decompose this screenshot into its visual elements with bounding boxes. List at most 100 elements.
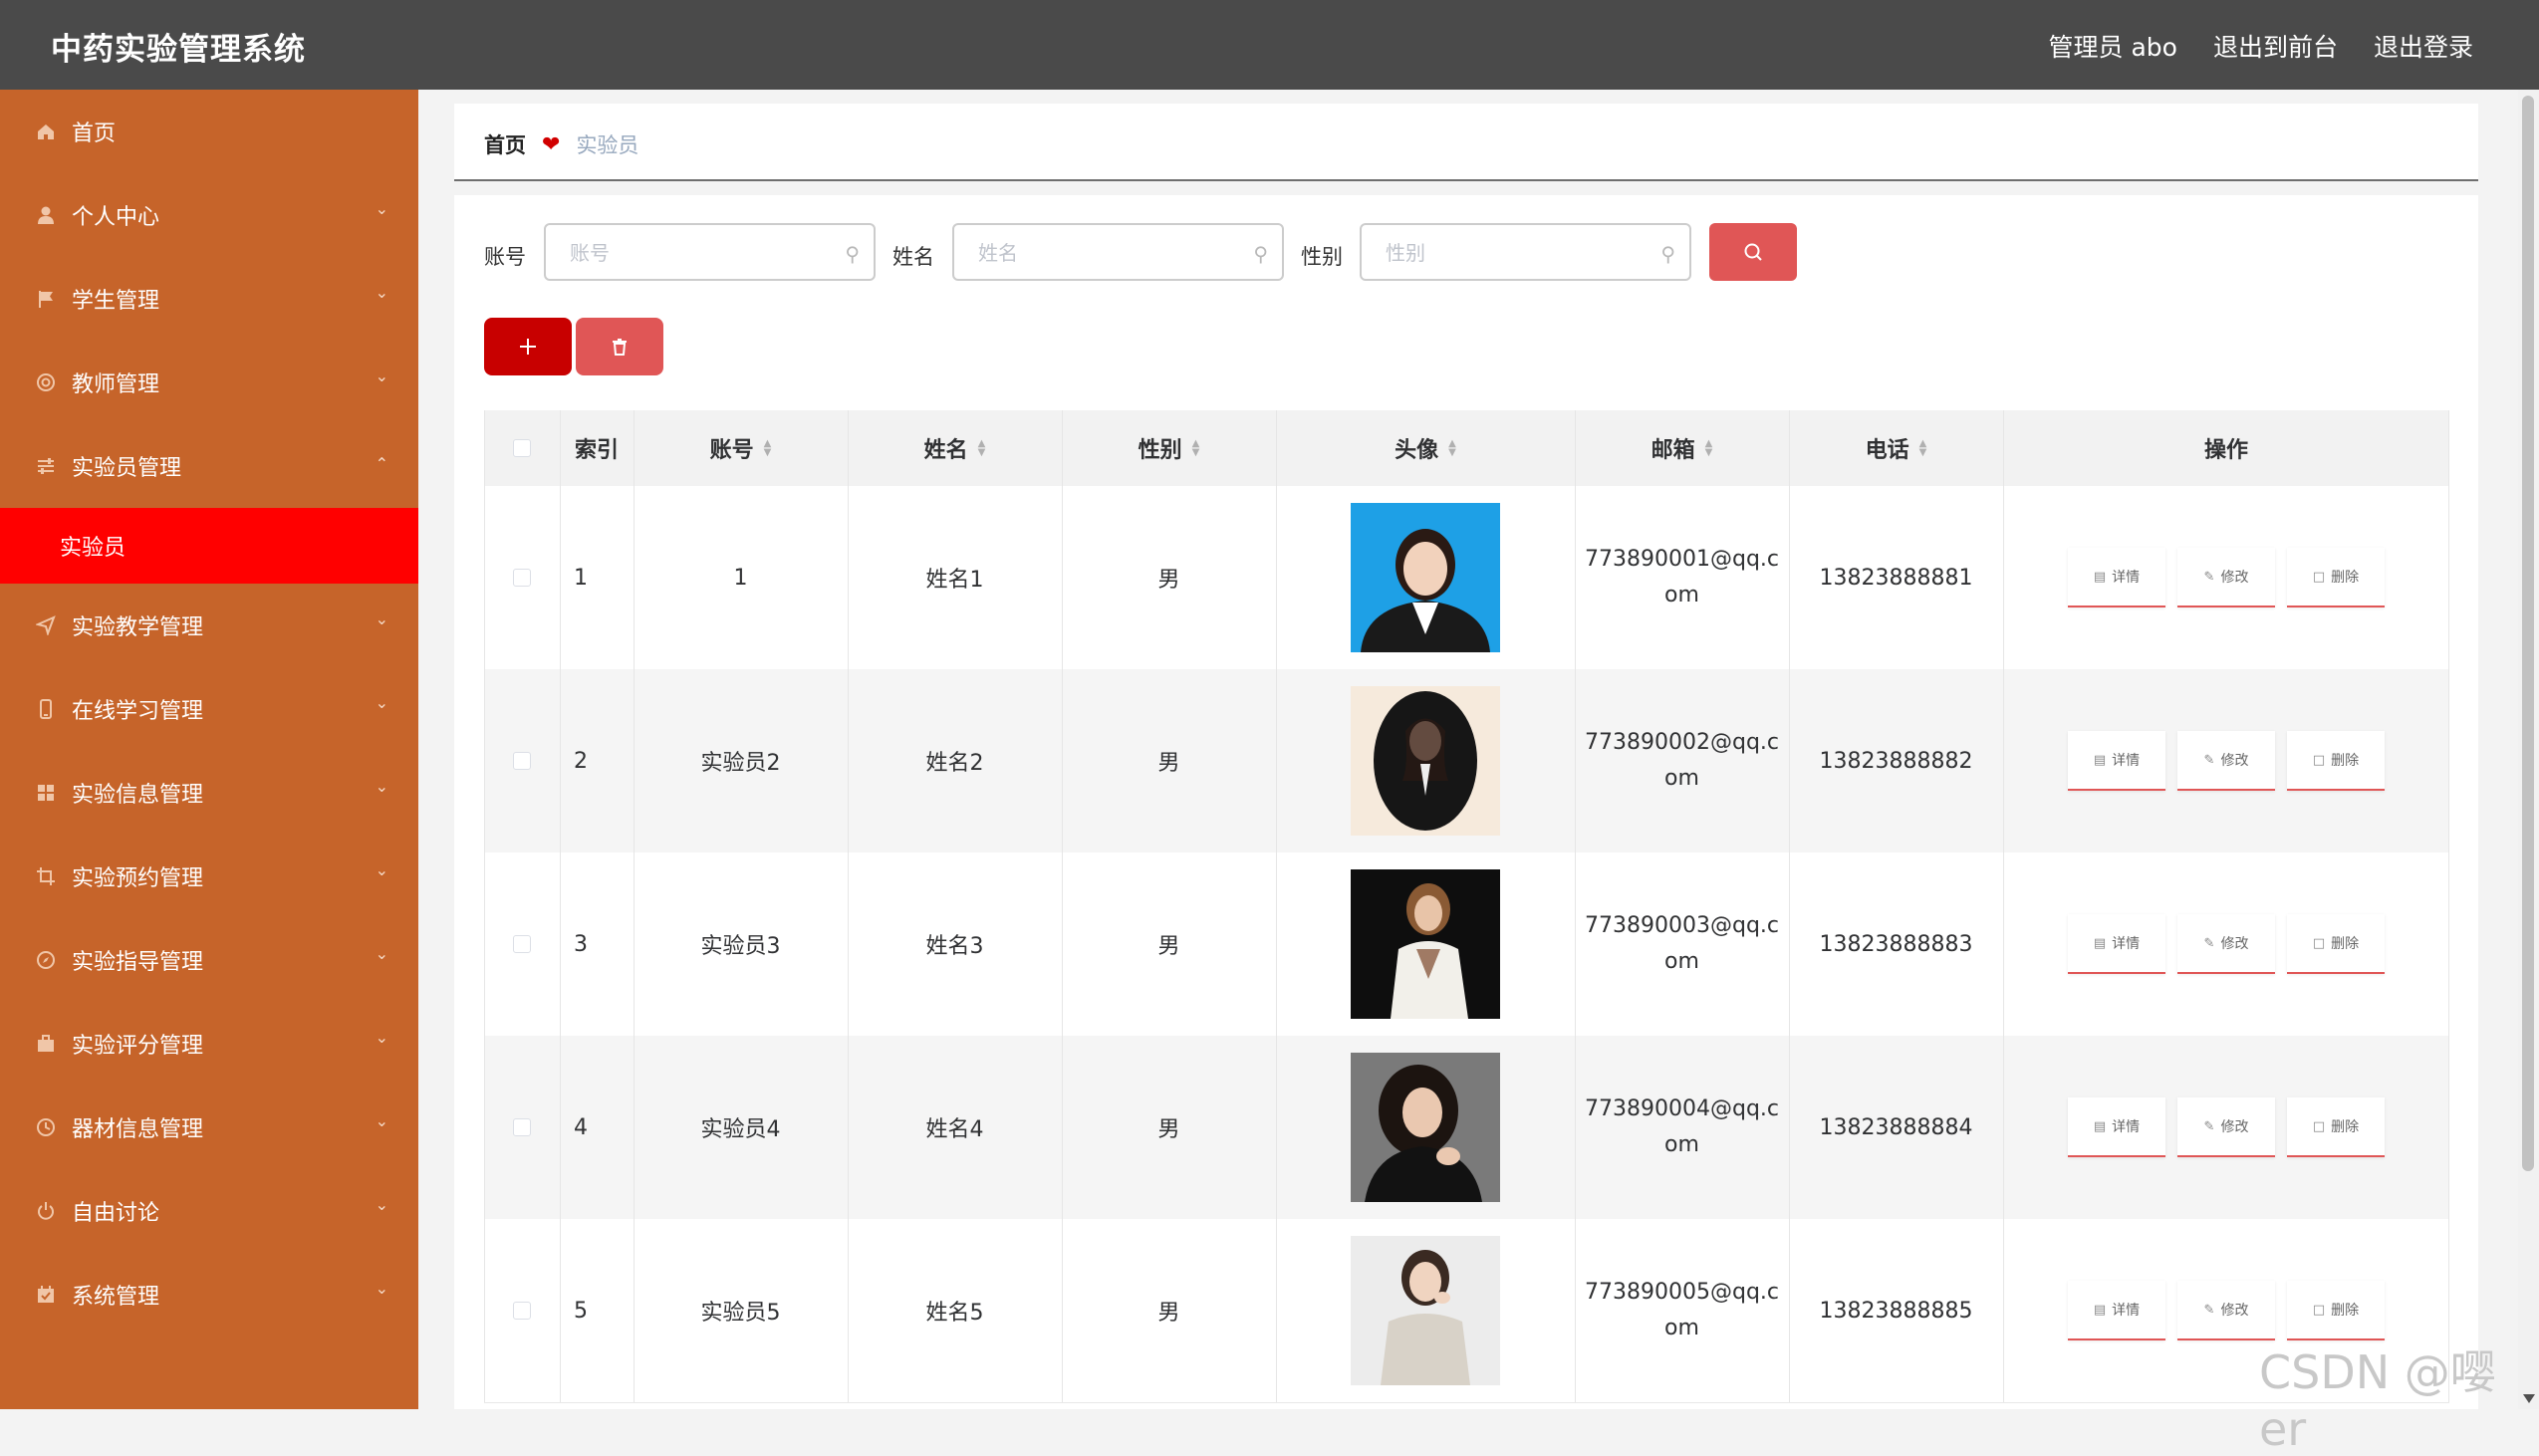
- sidebar-item-system-management[interactable]: 系统管理 ⌄: [0, 1253, 418, 1336]
- account-search-field[interactable]: ⚲: [544, 223, 876, 281]
- add-button[interactable]: [484, 318, 572, 375]
- back-to-front-link[interactable]: 退出到前台: [2213, 28, 2338, 64]
- avatar[interactable]: [1351, 503, 1500, 652]
- sidebar-item-home[interactable]: 首页: [0, 90, 418, 173]
- name-search-input[interactable]: [976, 225, 1239, 281]
- header-phone[interactable]: 电话 ▲ ▼: [1789, 410, 2003, 486]
- edit-button[interactable]: ✎ 修改: [2177, 1281, 2275, 1340]
- sort-icon[interactable]: ▲ ▼: [1919, 439, 1927, 458]
- name-cell: 姓名1: [925, 568, 984, 593]
- sort-icon[interactable]: ▲ ▼: [1192, 439, 1200, 458]
- admin-user-label[interactable]: 管理员 abo: [2049, 28, 2177, 64]
- trash-icon: □: [2312, 1302, 2326, 1318]
- sidebar-item-lab-guidance-management[interactable]: 实验指导管理 ⌄: [0, 918, 418, 1002]
- sidebar-item-lab-scoring-management[interactable]: 实验评分管理 ⌄: [0, 1002, 418, 1086]
- detail-button[interactable]: ▤ 详情: [2068, 731, 2165, 791]
- delete-button[interactable]: □ 删除: [2287, 1097, 2385, 1157]
- avatar-cell: [1276, 1036, 1575, 1219]
- logout-link[interactable]: 退出登录: [2374, 28, 2473, 64]
- edit-button[interactable]: ✎ 修改: [2177, 914, 2275, 974]
- table-row: 4 实验员4 姓名4 男 773890004@qq.c om 138238888…: [484, 1036, 2449, 1220]
- sort-icon[interactable]: ▲ ▼: [1448, 439, 1456, 458]
- edit-button[interactable]: ✎ 修改: [2177, 1097, 2275, 1157]
- header-gender[interactable]: 性别 ▲ ▼: [1062, 410, 1276, 486]
- row-checkbox[interactable]: [513, 935, 531, 953]
- trash-icon: □: [2312, 1118, 2326, 1134]
- chevron-down-icon: ⌄: [375, 366, 388, 385]
- header-avatar[interactable]: 头像 ▲ ▼: [1276, 410, 1575, 486]
- app-title: 中药实验管理系统: [51, 32, 306, 68]
- sort-icon[interactable]: ▲ ▼: [978, 439, 986, 458]
- gender-cell: 男: [1157, 1301, 1180, 1326]
- sidebar-item-lab-info-management[interactable]: 实验信息管理 ⌄: [0, 751, 418, 835]
- sort-icon[interactable]: ▲ ▼: [764, 439, 772, 458]
- edit-label: 修改: [2220, 1303, 2249, 1319]
- select-all-checkbox[interactable]: [513, 439, 531, 457]
- column-divider: [1575, 410, 1576, 1402]
- trash-icon: □: [2312, 752, 2326, 768]
- delete-button[interactable]: □ 删除: [2287, 548, 2385, 607]
- detail-button[interactable]: ▤ 详情: [2068, 1097, 2165, 1157]
- detail-button[interactable]: ▤ 详情: [2068, 1281, 2165, 1340]
- sidebar-item-student-management[interactable]: 学生管理 ⌄: [0, 257, 418, 341]
- avatar[interactable]: [1351, 686, 1500, 836]
- header-account[interactable]: 账号 ▲ ▼: [634, 410, 848, 486]
- phone-cell: 13823888881: [1819, 565, 1973, 591]
- batch-delete-button[interactable]: [576, 318, 663, 375]
- sidebar-item-teacher-management[interactable]: 教师管理 ⌄: [0, 341, 418, 424]
- edit-button[interactable]: ✎ 修改: [2177, 548, 2275, 607]
- edit-button[interactable]: ✎ 修改: [2177, 731, 2275, 791]
- row-select-cell: [484, 1036, 560, 1219]
- detail-button[interactable]: ▤ 详情: [2068, 548, 2165, 607]
- scrollbar-thumb[interactable]: [2522, 96, 2534, 1171]
- row-select-cell: [484, 669, 560, 852]
- document-icon: ▤: [2093, 752, 2107, 768]
- detail-button[interactable]: ▤ 详情: [2068, 914, 2165, 974]
- row-checkbox[interactable]: [513, 752, 531, 770]
- header-name[interactable]: 姓名 ▲ ▼: [848, 410, 1062, 486]
- sidebar-item-label: 器材信息管理: [72, 1117, 204, 1142]
- delete-button[interactable]: □ 删除: [2287, 1281, 2385, 1340]
- row-checkbox[interactable]: [513, 1118, 531, 1136]
- email-cell: 773890003@qq.c om: [1575, 852, 1789, 1036]
- account-cell: 实验员4: [700, 1117, 781, 1142]
- gender-search-field[interactable]: ⚲: [1360, 223, 1691, 281]
- sidebar-subitem-lab-staff[interactable]: 实验员: [0, 508, 418, 584]
- header-email[interactable]: 邮箱 ▲ ▼: [1575, 410, 1789, 486]
- edit-icon: ✎: [2203, 935, 2215, 951]
- name-cell: 姓名3: [925, 934, 984, 959]
- sidebar-item-label: 实验指导管理: [72, 950, 204, 975]
- sidebar: 首页 个人中心 ⌄ 学生管理 ⌄ 教师管理 ⌄ 实验员管理 ⌃ 实验员 实验教学…: [0, 90, 418, 1409]
- gender-search-input[interactable]: [1384, 225, 1647, 281]
- avatar[interactable]: [1351, 1236, 1500, 1385]
- actions-cell: ▤ 详情 ✎ 修改 □ 删除: [2003, 852, 2449, 1036]
- page-scrollbar[interactable]: [2518, 90, 2539, 1409]
- email-text: 773890002@qq.c: [1585, 730, 1779, 755]
- avatar-cell: [1276, 1219, 1575, 1402]
- delete-button[interactable]: □ 删除: [2287, 914, 2385, 974]
- row-checkbox[interactable]: [513, 1302, 531, 1320]
- sidebar-item-lab-teaching-management[interactable]: 实验教学管理 ⌄: [0, 584, 418, 667]
- sidebar-item-personal-center[interactable]: 个人中心 ⌄: [0, 173, 418, 257]
- account-search-input[interactable]: [568, 225, 831, 281]
- sidebar-item-free-discussion[interactable]: 自由讨论 ⌄: [0, 1169, 418, 1253]
- sidebar-item-equipment-info-management[interactable]: 器材信息管理 ⌄: [0, 1086, 418, 1169]
- sort-icon[interactable]: ▲ ▼: [1705, 439, 1713, 458]
- chevron-down-icon: ⌄: [375, 944, 388, 963]
- avatar[interactable]: [1351, 1053, 1500, 1202]
- delete-button[interactable]: □ 删除: [2287, 731, 2385, 791]
- breadcrumb-home[interactable]: 首页: [484, 129, 526, 159]
- email-text-wrap: om: [1664, 1132, 1699, 1157]
- sidebar-item-lab-booking-management[interactable]: 实验预约管理 ⌄: [0, 835, 418, 918]
- table-header: 索引 账号 ▲ ▼ 姓名 ▲ ▼ 性别 ▲ ▼ 头像 ▲ ▼ 邮箱 ▲ ▼ 电话…: [484, 410, 2449, 487]
- search-button[interactable]: [1709, 223, 1797, 281]
- power-icon: [34, 1199, 58, 1223]
- name-search-field[interactable]: ⚲: [952, 223, 1284, 281]
- sidebar-item-lab-staff-management[interactable]: 实验员管理 ⌃: [0, 424, 418, 508]
- phone-cell: 13823888883: [1819, 931, 1973, 957]
- avatar[interactable]: [1351, 869, 1500, 1019]
- row-checkbox[interactable]: [513, 569, 531, 587]
- sidebar-item-online-learning-management[interactable]: 在线学习管理 ⌄: [0, 667, 418, 751]
- header-actions: 操作: [2003, 410, 2449, 486]
- row-select-cell: [484, 486, 560, 669]
